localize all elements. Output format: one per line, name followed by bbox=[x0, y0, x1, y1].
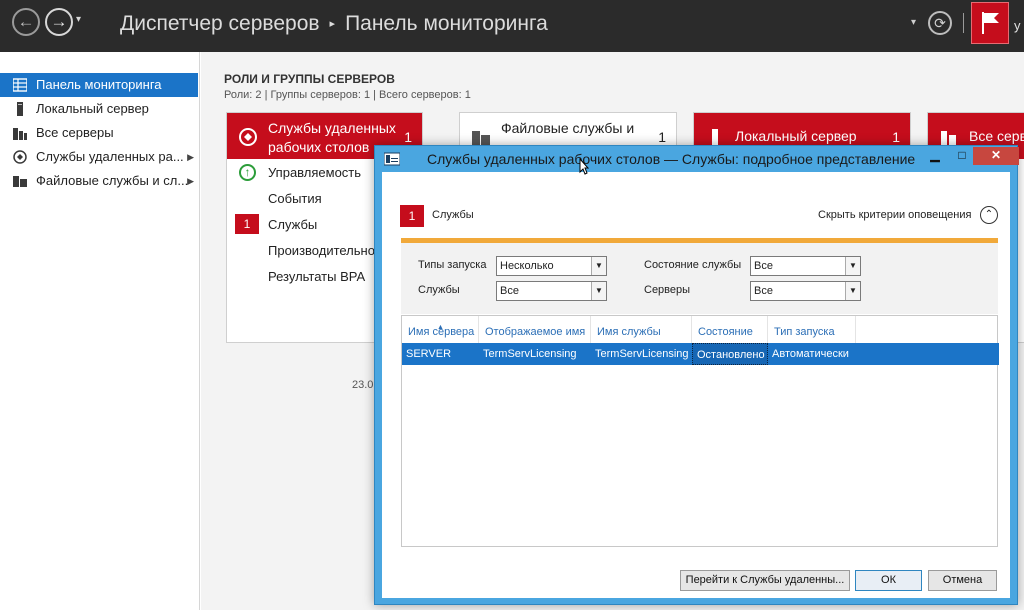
services-filter-label: Службы bbox=[418, 284, 460, 296]
tile-row-services[interactable]: Службы bbox=[268, 217, 317, 232]
server-icon bbox=[17, 102, 23, 116]
breadcrumb-dropdown[interactable]: ▾ bbox=[911, 17, 916, 28]
servers-filter-value: Все bbox=[754, 285, 773, 297]
refresh-icon[interactable]: ⟳ bbox=[928, 11, 952, 35]
sidebar-item-all-servers[interactable]: Все серверы bbox=[0, 121, 198, 145]
section-summary: Роли: 2 | Группы серверов: 1 | Всего сер… bbox=[224, 89, 471, 101]
server-manager-app-icon bbox=[384, 152, 400, 166]
tile-row-events[interactable]: События bbox=[268, 191, 322, 206]
sidebar-item-local-server[interactable]: Локальный сервер bbox=[0, 97, 198, 121]
rds-icon bbox=[239, 128, 257, 146]
section-title: РОЛИ И ГРУППЫ СЕРВЕРОВ bbox=[224, 72, 395, 86]
services-filter-select[interactable]: Все ▼ bbox=[496, 281, 607, 301]
dialog-body: 1 Службы Скрыть критерии оповещения ⌃ Ти… bbox=[382, 172, 1010, 598]
chevron-down-icon: ▼ bbox=[591, 257, 606, 275]
tile-row-bpa[interactable]: Результаты BPA bbox=[268, 269, 365, 284]
sidebar-item-label: Файловые службы и сл... bbox=[36, 173, 189, 188]
column-header-startup-type[interactable]: Тип запуска bbox=[768, 316, 856, 344]
ok-button[interactable]: ОК bbox=[855, 570, 922, 591]
dialog-titlebar[interactable]: Службы удаленных рабочих столов — Службы… bbox=[375, 146, 1019, 172]
hide-alert-criteria-link[interactable]: Скрыть критерии оповещения bbox=[818, 209, 971, 221]
sidebar-item-label: Панель мониторинга bbox=[36, 77, 162, 92]
tile-title-line1: Службы удаленных bbox=[268, 120, 396, 136]
title-bar: ← → ▾ Диспетчер серверов ▸ Панель монитори… bbox=[0, 0, 1024, 52]
server-icon bbox=[712, 129, 718, 145]
mouse-cursor-icon bbox=[579, 158, 589, 175]
breadcrumb: Диспетчер серверов ▸ Панель мониторинга bbox=[120, 12, 548, 36]
startup-types-select[interactable]: Несколько ▼ bbox=[496, 256, 607, 276]
breadcrumb-separator-icon: ▸ bbox=[329, 18, 336, 30]
sidebar-item-label: Локальный сервер bbox=[36, 101, 149, 116]
file-services-icon bbox=[13, 176, 27, 187]
servers-icon bbox=[13, 128, 27, 140]
sidebar-item-file-services[interactable]: Файловые службы и сл... ▶ bbox=[0, 169, 198, 193]
servers-icon bbox=[941, 131, 956, 145]
startup-types-label: Типы запуска bbox=[418, 259, 487, 271]
chevron-down-icon: ▼ bbox=[845, 282, 860, 300]
sidebar-item-label: Службы удаленных ра... bbox=[36, 149, 184, 164]
service-state-select[interactable]: Все ▼ bbox=[750, 256, 861, 276]
tile-row-performance[interactable]: Производительно bbox=[268, 243, 375, 258]
service-state-label: Состояние службы bbox=[644, 259, 742, 271]
forward-button[interactable]: → bbox=[45, 8, 73, 36]
nav-history-dropdown[interactable]: ▾ bbox=[76, 14, 81, 25]
flag-icon bbox=[982, 12, 999, 34]
chevron-down-icon: ▼ bbox=[591, 282, 606, 300]
ok-check-icon: ↑ bbox=[239, 164, 256, 181]
toolbar-divider bbox=[963, 13, 964, 33]
startup-types-value: Несколько bbox=[500, 260, 554, 272]
servers-filter-label: Серверы bbox=[644, 284, 691, 296]
goto-remote-desktop-button[interactable]: Перейти к Службы удаленны... bbox=[680, 570, 850, 591]
tile-title-line1: Файловые службы и bbox=[501, 120, 635, 136]
cell-startup-type: Автоматически bbox=[772, 348, 849, 360]
minimize-button[interactable]: ▁ bbox=[922, 147, 948, 165]
cell-service-name: TermServLicensing bbox=[595, 348, 689, 360]
column-header-service-name[interactable]: Имя службы bbox=[591, 316, 692, 344]
file-services-icon bbox=[472, 131, 490, 145]
tile-title-line1: Все серве bbox=[969, 128, 1024, 144]
cancel-button[interactable]: Отмена bbox=[928, 570, 997, 591]
servers-filter-select[interactable]: Все ▼ bbox=[750, 281, 861, 301]
breadcrumb-root[interactable]: Диспетчер серверов bbox=[120, 12, 320, 35]
service-state-value: Все bbox=[754, 260, 773, 272]
sidebar-item-dashboard[interactable]: Панель мониторинга bbox=[0, 73, 198, 97]
services-grid: ▲ Имя сервера Отображаемое имя Имя служб… bbox=[401, 315, 999, 547]
services-alert-badge: 1 bbox=[235, 214, 259, 234]
notifications-flag-button[interactable] bbox=[971, 2, 1009, 44]
chevron-down-icon: ▼ bbox=[845, 257, 860, 275]
filter-panel: Типы запуска Несколько ▼ Службы Все ▼ Со… bbox=[401, 238, 998, 314]
column-header-status[interactable]: Состояние bbox=[692, 316, 768, 344]
column-header-display-name[interactable]: Отображаемое имя bbox=[479, 316, 591, 344]
dashboard-icon bbox=[13, 78, 27, 92]
maximize-button[interactable]: □ bbox=[949, 147, 975, 165]
tile-row-manageability[interactable]: Управляемость bbox=[268, 165, 361, 180]
breadcrumb-current: Панель мониторинга bbox=[345, 12, 548, 35]
services-filter-value: Все bbox=[500, 285, 519, 297]
tile-timestamp: 23.0 bbox=[352, 379, 374, 391]
services-detail-dialog: Службы удаленных рабочих столов — Службы… bbox=[374, 145, 1019, 605]
alert-category-label: Службы bbox=[432, 209, 474, 221]
column-header-server-name[interactable]: ▲ Имя сервера bbox=[402, 316, 479, 344]
sidebar-item-remote-desktop[interactable]: Службы удаленных ра... ▶ bbox=[0, 145, 198, 169]
sort-ascending-icon: ▲ bbox=[437, 324, 444, 331]
alert-count-badge: 1 bbox=[400, 205, 424, 227]
sidebar: Панель мониторинга Локальный сервер Все … bbox=[0, 52, 200, 610]
cell-status: Остановлено bbox=[692, 343, 768, 365]
cell-display-name: TermServLicensing bbox=[483, 348, 577, 360]
tile-title-line1: Локальный сервер bbox=[735, 128, 857, 144]
back-button[interactable]: ← bbox=[12, 8, 40, 36]
close-button[interactable]: ✕ bbox=[973, 147, 1019, 165]
grid-header: ▲ Имя сервера Отображаемое имя Имя служб… bbox=[402, 316, 997, 344]
menu-truncated[interactable]: у bbox=[1014, 18, 1021, 33]
collapse-icon[interactable]: ⌃ bbox=[980, 206, 998, 224]
dialog-title: Службы удаленных рабочих столов — Службы… bbox=[427, 151, 916, 167]
table-row[interactable]: SERVER TermServLicensing TermServLicensi… bbox=[402, 343, 999, 365]
sidebar-item-label: Все серверы bbox=[36, 125, 114, 140]
expand-arrow-icon[interactable]: ▶ bbox=[187, 145, 194, 169]
rds-icon bbox=[13, 150, 27, 164]
expand-arrow-icon[interactable]: ▶ bbox=[187, 169, 194, 193]
cell-server-name: SERVER bbox=[406, 348, 452, 360]
